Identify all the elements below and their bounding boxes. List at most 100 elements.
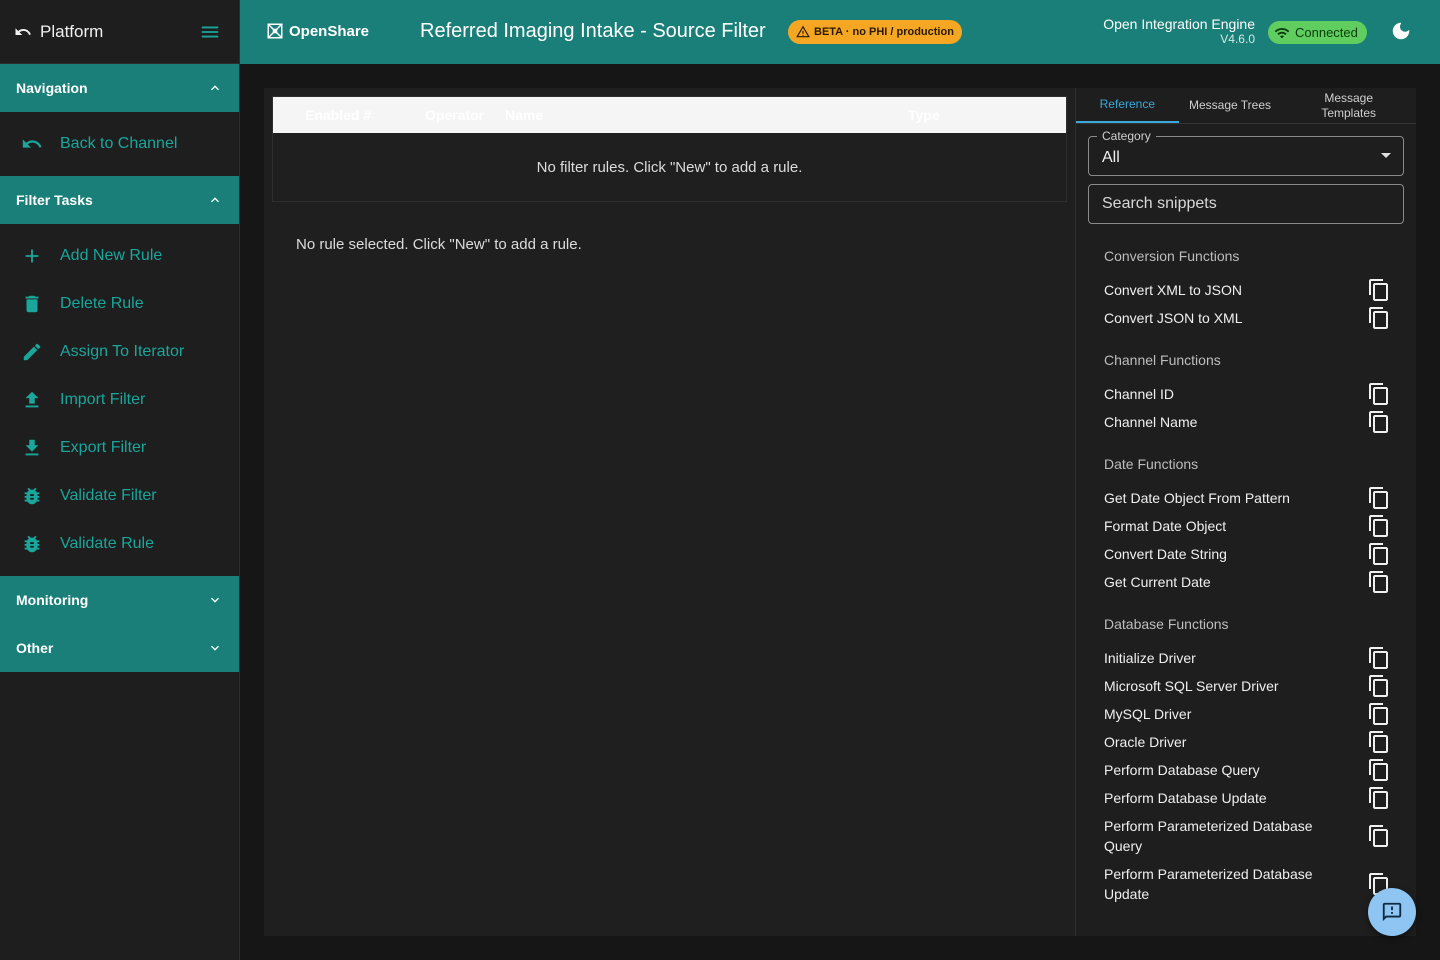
search-snippets-input[interactable] — [1088, 184, 1404, 224]
tab-reference[interactable]: Reference — [1076, 88, 1179, 123]
copy-icon[interactable] — [1367, 786, 1391, 810]
chevron-up-icon — [207, 192, 223, 208]
chevron-down-icon — [207, 592, 223, 608]
snippet-item[interactable]: Perform Parameterized Database Update — [1076, 860, 1416, 908]
no-selection-message: No rule selected. Click "New" to add a r… — [296, 236, 582, 253]
beta-badge: BETA · no PHI / production — [788, 20, 962, 44]
add-new-rule-button[interactable]: Add New Rule — [0, 232, 239, 280]
engine-name: Open Integration Engine — [1103, 16, 1255, 32]
undo-icon — [14, 23, 32, 41]
tab-message-trees[interactable]: Message Trees — [1179, 88, 1282, 123]
snippet-label: Convert JSON to XML — [1104, 310, 1243, 326]
snippet-item[interactable]: Oracle Driver — [1076, 728, 1416, 756]
snippet-item[interactable]: Get Date Object From Pattern — [1076, 484, 1416, 512]
snippet-item[interactable]: Channel Name — [1076, 408, 1416, 436]
snippet-label: Get Date Object From Pattern — [1104, 490, 1290, 506]
nav-label: Back to Channel — [60, 135, 178, 152]
delete-rule-button[interactable]: Delete Rule — [0, 280, 239, 328]
reference-panel: Reference Message Trees Message Template… — [1075, 88, 1416, 936]
section-label: Filter Tasks — [16, 192, 93, 208]
platform-link[interactable]: Platform — [14, 22, 199, 42]
snippet-label: Channel Name — [1104, 414, 1198, 430]
engine-info: Open Integration Engine V4.6.0 — [1103, 16, 1255, 47]
copy-icon[interactable] — [1367, 824, 1391, 848]
snippet-item[interactable]: Convert JSON to XML — [1076, 304, 1416, 332]
upload-icon — [20, 389, 44, 411]
section-other[interactable]: Other — [0, 624, 239, 672]
nav-label: Validate Filter — [60, 487, 157, 504]
back-to-channel-button[interactable]: Back to Channel — [0, 120, 239, 168]
snippet-group-title: Conversion Functions — [1104, 248, 1240, 264]
snippet-label: Perform Parameterized Database Query — [1104, 818, 1313, 854]
copy-icon[interactable] — [1367, 514, 1391, 538]
snippet-group-title: Database Functions — [1104, 616, 1229, 632]
sidebar-header: Platform — [0, 0, 239, 64]
copy-icon[interactable] — [1367, 570, 1391, 594]
filter-task-items: Add New Rule Delete Rule Assign To Itera… — [0, 224, 239, 576]
snippet-list: Conversion Functions Convert XML to JSON C… — [1076, 236, 1416, 916]
snippet-item[interactable]: Microsoft SQL Server Driver — [1076, 672, 1416, 700]
copy-icon[interactable] — [1367, 730, 1391, 754]
snippet-label: MySQL Driver — [1104, 706, 1192, 722]
undo-icon — [20, 133, 44, 155]
validate-rule-button[interactable]: Validate Rule — [0, 520, 239, 568]
sidebar: Platform Navigation Back to Channel Filt… — [0, 0, 240, 960]
snippet-label: Convert XML to JSON — [1104, 282, 1242, 298]
snippet-item[interactable]: Perform Database Update — [1076, 784, 1416, 812]
chevron-down-icon — [207, 640, 223, 656]
snippet-label: Perform Parameterized Database Update — [1104, 866, 1313, 902]
plus-icon — [20, 245, 44, 267]
snippet-label: Channel ID — [1104, 386, 1175, 402]
snippet-item[interactable]: Perform Parameterized Database Query — [1076, 812, 1416, 860]
snippet-label: Convert Date String — [1104, 546, 1227, 562]
snippet-item[interactable]: Convert XML to JSON — [1076, 276, 1416, 304]
copy-icon[interactable] — [1367, 542, 1391, 566]
snippet-item[interactable]: Format Date Object — [1076, 512, 1416, 540]
copy-icon[interactable] — [1367, 382, 1391, 406]
copy-icon[interactable] — [1367, 758, 1391, 782]
column-type[interactable]: Type — [908, 107, 940, 123]
section-monitoring[interactable]: Monitoring — [0, 576, 239, 624]
snippet-item[interactable]: Get Current Date — [1076, 568, 1416, 596]
nav-label: Export Filter — [60, 439, 147, 456]
assign-to-iterator-button[interactable]: Assign To Iterator — [0, 328, 239, 376]
copy-icon[interactable] — [1367, 646, 1391, 670]
snippet-item[interactable]: Convert Date String — [1076, 540, 1416, 568]
snippet-item[interactable]: Perform Database Query — [1076, 756, 1416, 784]
menu-icon[interactable] — [199, 21, 221, 43]
snippet-label: Perform Database Update — [1104, 790, 1267, 806]
nav-label: Assign To Iterator — [60, 343, 185, 360]
section-filter-tasks[interactable]: Filter Tasks — [0, 176, 239, 224]
copy-icon[interactable] — [1367, 410, 1391, 434]
column-enabled[interactable]: Enabled # — [305, 107, 371, 123]
category-select[interactable]: Category All — [1088, 129, 1404, 176]
section-navigation[interactable]: Navigation — [0, 64, 239, 112]
copy-icon[interactable] — [1367, 306, 1391, 330]
column-operator[interactable]: Operator — [425, 107, 484, 123]
category-label: Category — [1097, 129, 1156, 143]
copy-icon[interactable] — [1367, 674, 1391, 698]
logo-text: OpenShare — [289, 22, 370, 40]
copy-icon[interactable] — [1367, 702, 1391, 726]
tab-message-templates[interactable]: Message Templates — [1281, 88, 1416, 123]
column-name[interactable]: Name — [505, 107, 543, 123]
feedback-button[interactable] — [1368, 888, 1416, 936]
export-filter-button[interactable]: Export Filter — [0, 424, 239, 472]
snippet-item[interactable]: Initialize Driver — [1076, 644, 1416, 672]
validate-filter-button[interactable]: Validate Filter — [0, 472, 239, 520]
dropdown-caret-icon — [1381, 153, 1391, 158]
snippet-item[interactable]: MySQL Driver — [1076, 700, 1416, 728]
snippet-label: Get Current Date — [1104, 574, 1211, 590]
chevron-up-icon — [207, 80, 223, 96]
bug-icon — [20, 485, 44, 507]
import-filter-button[interactable]: Import Filter — [0, 376, 239, 424]
section-label: Monitoring — [16, 592, 89, 608]
nav-label: Add New Rule — [60, 247, 163, 264]
snippet-item[interactable]: Channel ID — [1076, 380, 1416, 408]
openshare-logo[interactable]: OpenShare — [266, 22, 369, 40]
copy-icon[interactable] — [1367, 278, 1391, 302]
copy-icon[interactable] — [1367, 486, 1391, 510]
theme-toggle-button[interactable] — [1390, 20, 1414, 44]
